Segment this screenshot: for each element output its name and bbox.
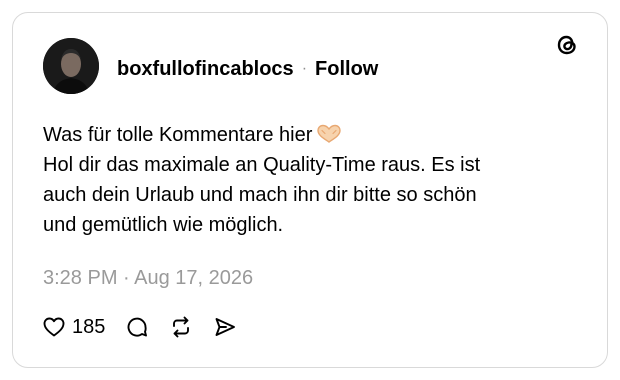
post-header: boxfullofincablocs · Follow — [117, 57, 378, 81]
username-link[interactable]: boxfullofincablocs — [117, 57, 294, 81]
post-line: und gemütlich wie möglich. — [43, 214, 284, 236]
repost-icon — [173, 316, 190, 338]
post-body: Was für tolle Kommentare hier Hol dir da… — [43, 120, 583, 240]
avatar[interactable] — [43, 38, 99, 94]
comment-button[interactable] — [125, 315, 149, 339]
share-icon — [215, 318, 236, 336]
post-line: Hol dir das maximale an Quality-Time rau… — [43, 154, 481, 176]
heart-hands-emoji-icon — [317, 124, 342, 143]
avatar-photo-icon — [43, 38, 99, 94]
like-count: 185 — [72, 315, 106, 338]
post-line-text: Was für tolle Kommentare hier — [43, 124, 313, 146]
share-button[interactable] — [213, 315, 237, 339]
post-line: auch dein Urlaub und mach ihn dir bitte … — [43, 184, 477, 206]
action-bar: 185 — [42, 313, 257, 341]
comment-icon — [127, 317, 148, 337]
repost-button[interactable] — [169, 315, 193, 339]
heart-icon — [43, 317, 65, 337]
post-card: boxfullofincablocs · Follow Was für toll… — [12, 12, 608, 368]
like-button[interactable]: 185 — [42, 315, 125, 339]
threads-logo-icon[interactable] — [553, 31, 581, 59]
follow-button[interactable]: Follow — [315, 57, 378, 81]
post-line: Was für tolle Kommentare hier — [43, 120, 583, 150]
post-timestamp[interactable]: 3:28 PM · Aug 17, 2026 — [43, 266, 253, 290]
header-separator: · — [301, 60, 308, 77]
